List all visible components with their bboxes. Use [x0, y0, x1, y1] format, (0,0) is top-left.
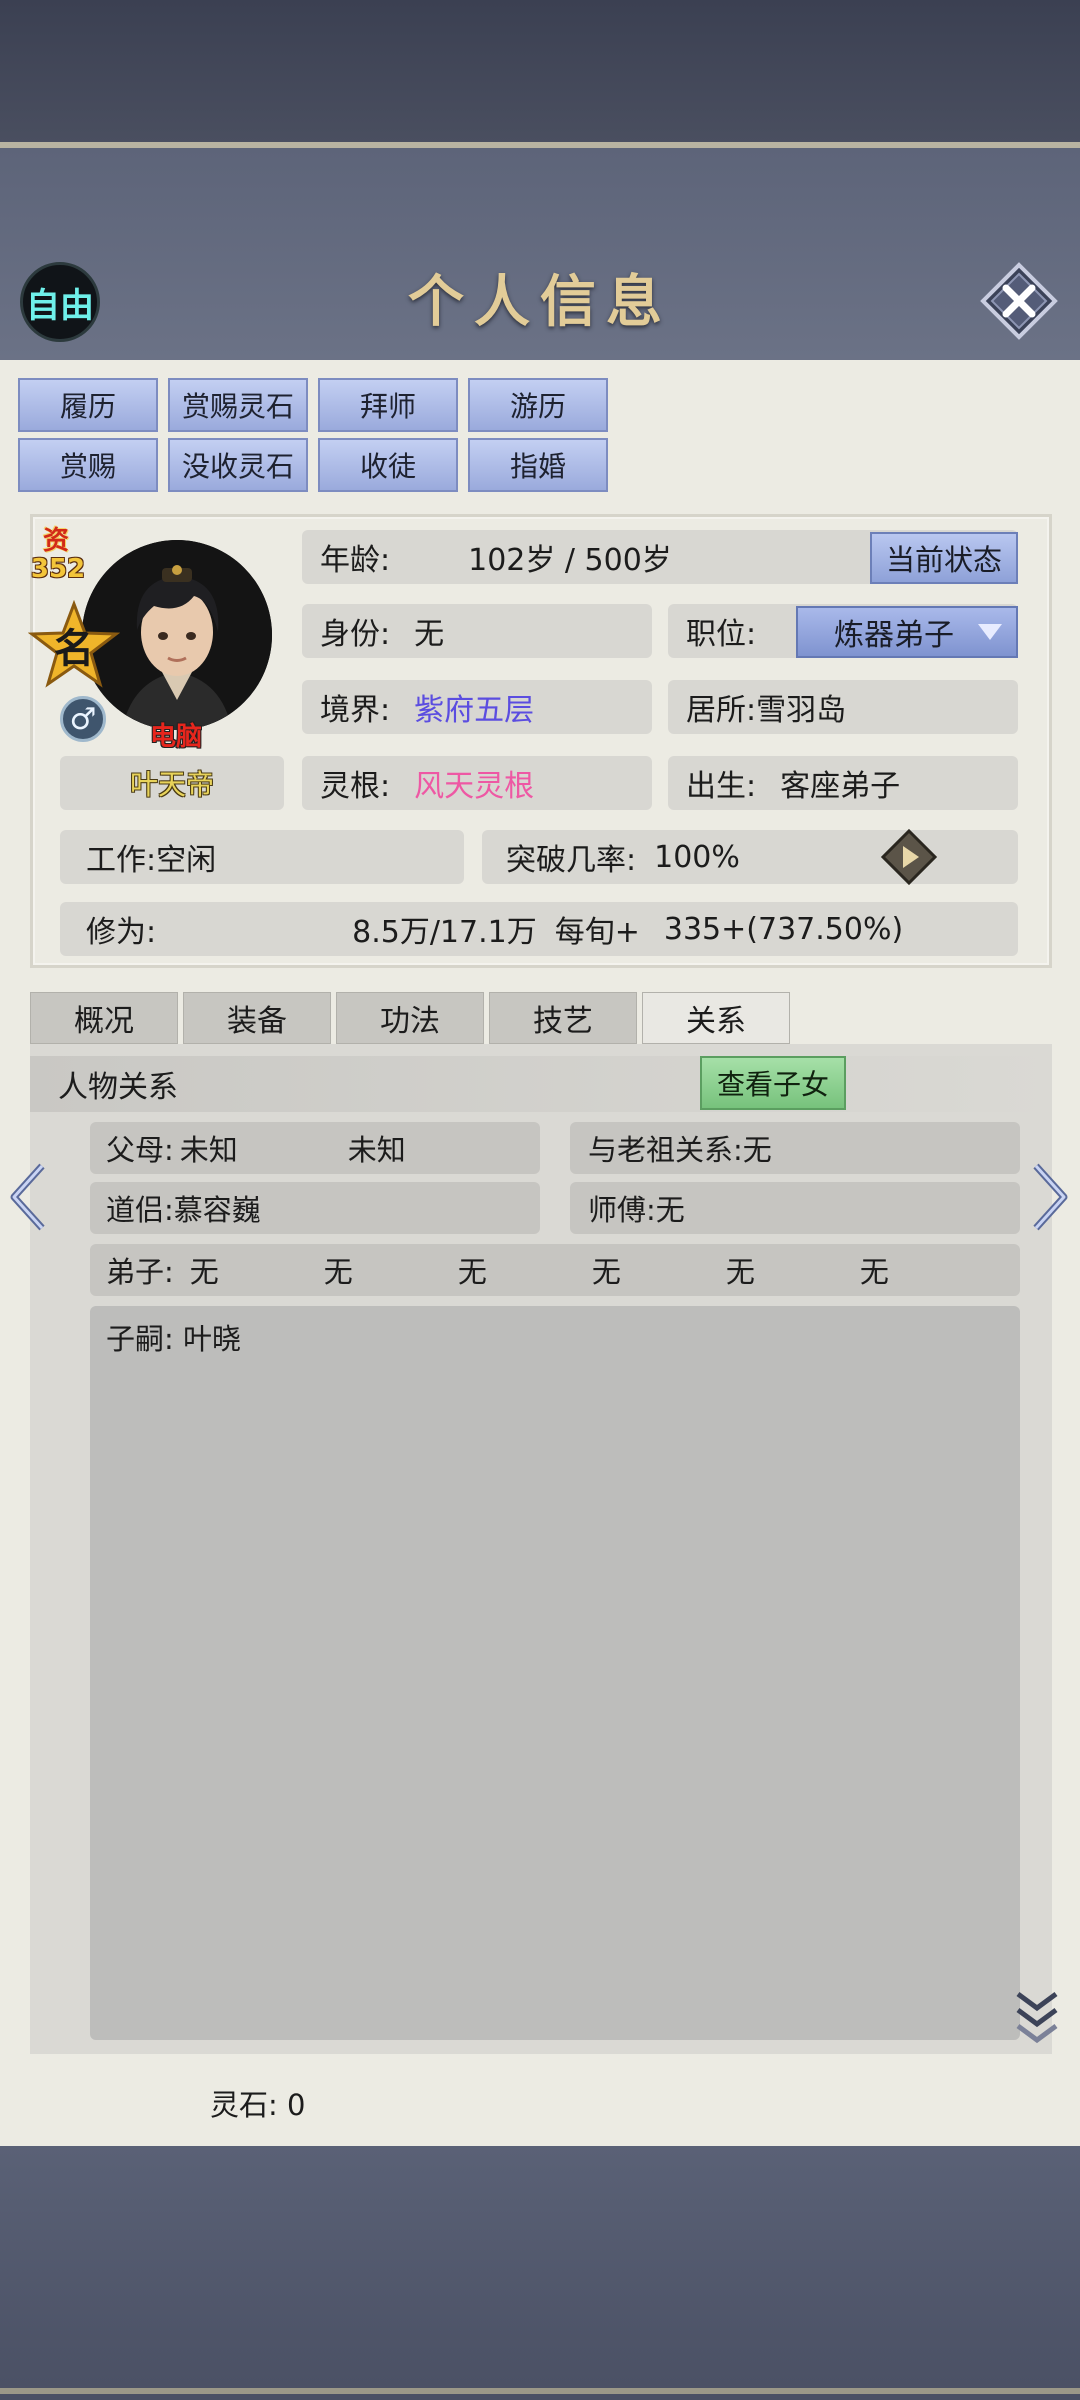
spirit-stone-label: 灵石: — [210, 2088, 278, 2122]
bottom-divider — [0, 2388, 1080, 2394]
reward-spirit-stone-button[interactable]: 赏赐灵石 — [168, 378, 308, 432]
breakthrough-label: 突破几率: — [506, 843, 637, 878]
disciple-slot-3: 无 — [457, 1255, 487, 1289]
close-icon — [980, 262, 1058, 340]
history-button[interactable]: 履历 — [18, 378, 158, 432]
disciples-row: 弟子: 无 无 无 无 无 无 — [90, 1244, 1020, 1296]
residence-row: 居所: 雪羽岛 — [668, 680, 1018, 734]
breakthrough-value: 100% — [654, 839, 740, 875]
male-gender-icon: ♂ — [60, 696, 106, 742]
reward-button[interactable]: 赏赐 — [18, 438, 158, 492]
cultivation-value: 8.5万/17.1万 — [352, 915, 537, 950]
chevron-down-icon — [978, 624, 1002, 640]
fame-star-icon: 名 — [27, 599, 121, 688]
spirit-root-row: 灵根: 风天灵根 — [302, 756, 652, 810]
realm-row: 境界: 紫府五层 — [302, 680, 652, 734]
ancestor-value: 无 — [742, 1133, 772, 1167]
birth-row: 出生: 客座弟子 — [668, 756, 1018, 810]
ancestor-row: 与老祖关系: 无 — [570, 1122, 1020, 1174]
chevron-left-icon — [10, 1163, 45, 1231]
confiscate-spirit-stone-button[interactable]: 没收灵石 — [168, 438, 308, 492]
tab-relations[interactable]: 关系 — [642, 992, 790, 1044]
disciples-label: 弟子: — [106, 1255, 174, 1289]
identity-value: 无 — [414, 617, 445, 652]
heir-name[interactable]: 叶晓 — [183, 1322, 241, 1356]
parent-father[interactable]: 未知 — [180, 1127, 238, 1169]
apprentice-button[interactable]: 拜师 — [318, 378, 458, 432]
npc-label: 电脑 — [149, 722, 202, 752]
age-value: 102岁 / 500岁 — [468, 543, 672, 578]
page-title: 个人信息 — [408, 269, 672, 335]
position-label: 职位: — [686, 617, 757, 652]
parent-mother[interactable]: 未知 — [348, 1127, 406, 1169]
aptitude-value: 352 — [30, 554, 86, 584]
partner-value[interactable]: 慕容巍 — [174, 1187, 261, 1229]
master-row: 师傅: 无 — [570, 1182, 1020, 1234]
double-chevron-down-icon — [1016, 1991, 1058, 2044]
per-round-value: 335+(737.50%) — [663, 911, 904, 947]
birth-label: 出生: — [686, 769, 757, 804]
identity-row: 身份: 无 — [302, 604, 652, 658]
master-label: 师傅: — [588, 1193, 656, 1227]
work-value: 空闲 — [156, 843, 217, 878]
fame-label: 名 — [54, 625, 94, 672]
residence-value: 雪羽岛 — [756, 693, 847, 728]
residence-label: 居所: — [686, 693, 757, 728]
aptitude-label: 资 — [42, 526, 69, 556]
bottom-band — [0, 2146, 1080, 2400]
fame-badge: 名 — [27, 599, 121, 692]
character-name: 叶天帝 — [60, 756, 284, 810]
tab-skills[interactable]: 技艺 — [489, 992, 637, 1044]
disciple-slot-4: 无 — [591, 1255, 621, 1289]
relations-section-title: 人物关系 — [30, 1056, 1052, 1112]
spirit-root-label: 灵根: — [320, 769, 391, 804]
top-band — [0, 0, 1080, 145]
position-value: 炼器弟子 — [834, 618, 954, 653]
age-label: 年龄: — [320, 543, 391, 578]
work-row: 工作: 空闲 — [60, 830, 464, 884]
position-select[interactable]: 炼器弟子 — [796, 606, 1018, 658]
current-state-button[interactable]: 当前状态 — [870, 532, 1018, 584]
heirs-list[interactable] — [90, 1306, 1020, 2040]
master-value: 无 — [655, 1193, 685, 1227]
take-disciple-button[interactable]: 收徒 — [318, 438, 458, 492]
disciple-slot-2: 无 — [323, 1255, 353, 1289]
close-button[interactable] — [980, 262, 1058, 340]
parents-row: 父母: 未知 未知 — [90, 1122, 540, 1174]
work-label: 工作: — [86, 843, 157, 878]
play-diamond-icon — [880, 828, 938, 886]
prev-character-button[interactable] — [8, 1162, 48, 1236]
ancestor-label: 与老祖关系: — [588, 1133, 743, 1167]
spirit-stone-display: 灵石: 0 — [210, 2082, 305, 2124]
spirit-root-value: 风天灵根 — [414, 769, 535, 804]
scroll-down-button[interactable] — [1014, 1990, 1060, 2052]
heirs-entry: 子嗣: 叶晓 — [106, 1316, 241, 1358]
arrange-marriage-button[interactable]: 指婚 — [468, 438, 608, 492]
realm-label: 境界: — [320, 693, 391, 728]
cultivation-row: 修为: 8.5万/17.1万 每旬+ 335+(737.50%) — [60, 902, 1018, 956]
realm-value: 紫府五层 — [414, 693, 535, 728]
partner-label: 道侣: — [106, 1193, 174, 1227]
heirs-label: 子嗣: — [106, 1322, 174, 1356]
tab-techniques[interactable]: 功法 — [336, 992, 484, 1044]
identity-label: 身份: — [320, 617, 391, 652]
cultivation-label: 修为: — [86, 915, 157, 950]
breakthrough-button[interactable] — [880, 828, 938, 886]
spirit-stone-value: 0 — [287, 2088, 306, 2122]
disciple-slot-5: 无 — [725, 1255, 755, 1289]
tab-equipment[interactable]: 装备 — [183, 992, 331, 1044]
parents-label: 父母: — [106, 1133, 174, 1167]
disciple-slot-6: 无 — [859, 1255, 889, 1289]
chevron-right-icon — [1033, 1163, 1068, 1231]
tab-overview[interactable]: 概况 — [30, 992, 178, 1044]
birth-value: 客座弟子 — [780, 769, 901, 804]
partner-row: 道侣: 慕容巍 — [90, 1182, 540, 1234]
per-round-label: 每旬+ — [554, 915, 640, 950]
travel-button[interactable]: 游历 — [468, 378, 608, 432]
next-character-button[interactable] — [1030, 1162, 1070, 1236]
view-children-button[interactable]: 查看子女 — [700, 1056, 846, 1110]
disciple-slot-1: 无 — [189, 1255, 219, 1289]
